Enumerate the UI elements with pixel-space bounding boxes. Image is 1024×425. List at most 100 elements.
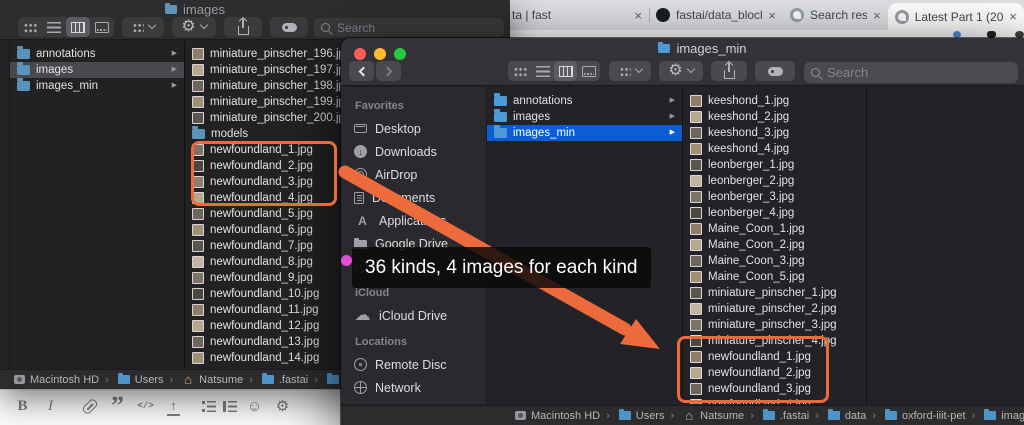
file-row[interactable]: keeshond_2.jpg: [683, 109, 866, 125]
file-row[interactable]: Maine_Coon_2.jpg: [683, 237, 866, 253]
path-segment[interactable]: images_min: [966, 409, 1024, 422]
tab-close-icon[interactable]: ×: [1009, 10, 1017, 23]
composer-tool-button[interactable]: [272, 396, 293, 417]
composer-tool-button[interactable]: [40, 396, 61, 417]
path-segment-label: images_min: [1001, 409, 1024, 422]
file-name: newfoundland_12.jpg: [210, 320, 320, 332]
sidebar-item[interactable]: Desktop: [341, 117, 486, 140]
path-segment[interactable]: Macintosh HD: [515, 410, 600, 422]
folder-row[interactable]: images_min ▶: [487, 125, 682, 141]
composer-tool-button[interactable]: [223, 400, 237, 412]
file-name: miniature_pinscher_198.jpg: [210, 80, 352, 92]
composer-tool-button[interactable]: [163, 396, 184, 417]
column-view-button[interactable]: [66, 17, 90, 37]
window-titlebar[interactable]: images_min: [341, 38, 1024, 86]
sidebar-item-label: iCloud Drive: [379, 308, 448, 323]
forward-button[interactable]: [376, 61, 401, 81]
browser-toolbar-icon[interactable]: [987, 31, 996, 38]
file-row[interactable]: keeshond_1.jpg: [683, 93, 866, 109]
file-row[interactable]: Maine_Coon_1.jpg: [683, 221, 866, 237]
file-row[interactable]: Maine_Coon_3.jpg: [683, 253, 866, 269]
file-row[interactable]: leonberger_3.jpg: [683, 189, 866, 205]
file-row[interactable]: miniature_pinscher_4.jpg: [683, 333, 866, 349]
folder-row[interactable]: annotations ▶: [487, 93, 682, 109]
browser-tab[interactable]: fastai/data_block ×: [649, 0, 783, 30]
file-row[interactable]: keeshond_3.jpg: [683, 125, 866, 141]
file-name: newfoundland_13.jpg: [210, 336, 320, 348]
sidebar-item[interactable]: Applications: [341, 209, 486, 232]
action-menu-button[interactable]: [172, 17, 216, 37]
gallery-view-button[interactable]: [90, 17, 114, 37]
composer-tool-button[interactable]: [12, 396, 33, 417]
sidebar-item[interactable]: Remote Disc: [341, 353, 486, 376]
composer-tool-button[interactable]: [79, 396, 100, 417]
path-segment[interactable]: Natsume: [664, 410, 744, 422]
path-segment[interactable]: data: [809, 409, 866, 422]
list-view-button[interactable]: [42, 17, 66, 37]
path-segment[interactable]: Users: [600, 409, 664, 422]
share-button[interactable]: [224, 17, 262, 37]
tag-button[interactable]: [270, 17, 308, 37]
folder-row[interactable]: images ▶: [10, 62, 184, 78]
path-segment[interactable]: .fastai: [744, 409, 809, 422]
file-name: newfoundland_4.jpg: [210, 192, 313, 204]
search-input[interactable]: [825, 64, 1011, 81]
path-segment[interactable]: .fastai: [243, 373, 308, 386]
file-row[interactable]: keeshond_4.jpg: [683, 141, 866, 157]
path-segment[interactable]: oxford-iiit-pet: [866, 409, 966, 422]
file-row[interactable]: newfoundland_1.jpg: [683, 349, 866, 365]
browser-toolbar-icon[interactable]: [953, 31, 961, 38]
group-button[interactable]: [122, 17, 164, 37]
tab-close-icon[interactable]: ×: [768, 9, 776, 22]
grid-view-button[interactable]: [508, 61, 531, 81]
file-row[interactable]: Maine_Coon_5.jpg: [683, 269, 866, 285]
back-button[interactable]: [349, 61, 374, 81]
sidebar-item[interactable]: AirDrop: [341, 163, 486, 186]
path-segment[interactable]: Users: [99, 373, 163, 386]
disclosure-icon: ▶: [669, 113, 675, 120]
window-body: Favorites Desktop D: [341, 87, 1024, 404]
path-segment[interactable]: Natsume: [163, 374, 243, 386]
composer-tool-button[interactable]: [135, 396, 156, 417]
sidebar-item[interactable]: Network: [341, 376, 486, 399]
file-row[interactable]: newfoundland_4.jpg: [683, 397, 866, 404]
browser-toolbar-icon[interactable]: [1015, 31, 1024, 38]
browser-tab[interactable]: Search results fo ×: [783, 0, 888, 30]
tab-close-icon[interactable]: ×: [873, 9, 881, 22]
tag-button[interactable]: [755, 61, 795, 81]
file-row[interactable]: leonberger_4.jpg: [683, 205, 866, 221]
path-segment[interactable]: Macintosh HD: [14, 374, 99, 386]
sidebar-item[interactable]: Downloads: [341, 140, 486, 163]
window-titlebar[interactable]: images: [0, 0, 510, 40]
search-input[interactable]: [335, 19, 497, 36]
group-button[interactable]: [609, 61, 651, 81]
file-row[interactable]: leonberger_1.jpg: [683, 157, 866, 173]
share-button[interactable]: [711, 61, 747, 81]
gallery-view-button[interactable]: [577, 61, 600, 81]
browser-tab[interactable]: Latest Part 1 (20 ×: [887, 3, 1024, 30]
list-view-button[interactable]: [531, 61, 554, 81]
column-view-button[interactable]: [554, 61, 577, 81]
search-field[interactable]: [314, 18, 504, 37]
file-row[interactable]: miniature_pinscher_3.jpg: [683, 317, 866, 333]
folder-row[interactable]: annotations ▶: [10, 46, 184, 62]
search-field[interactable]: [804, 62, 1018, 83]
composer-tool-button[interactable]: [244, 396, 265, 417]
folder-row[interactable]: images_min ▶: [10, 78, 184, 94]
file-row[interactable]: miniature_pinscher_2.jpg: [683, 301, 866, 317]
path-icon: [683, 410, 695, 421]
file-row[interactable]: miniature_pinscher_1.jpg: [683, 285, 866, 301]
sidebar-item[interactable]: iCloud Drive: [341, 304, 486, 327]
browser-tab[interactable]: ta | fast ×: [505, 0, 649, 30]
tab-close-icon[interactable]: ×: [634, 9, 642, 22]
file-row[interactable]: newfoundland_2.jpg: [683, 365, 866, 381]
action-menu-button[interactable]: [659, 61, 703, 81]
composer-tool-button[interactable]: [202, 400, 216, 412]
grid-view-button[interactable]: [18, 17, 42, 37]
composer-tool-button[interactable]: [107, 396, 128, 417]
file-row[interactable]: leonberger_2.jpg: [683, 173, 866, 189]
path-icon: [618, 409, 631, 420]
sidebar-item[interactable]: Documents: [341, 186, 486, 209]
file-row[interactable]: newfoundland_3.jpg: [683, 381, 866, 397]
folder-row[interactable]: images ▶: [487, 109, 682, 125]
